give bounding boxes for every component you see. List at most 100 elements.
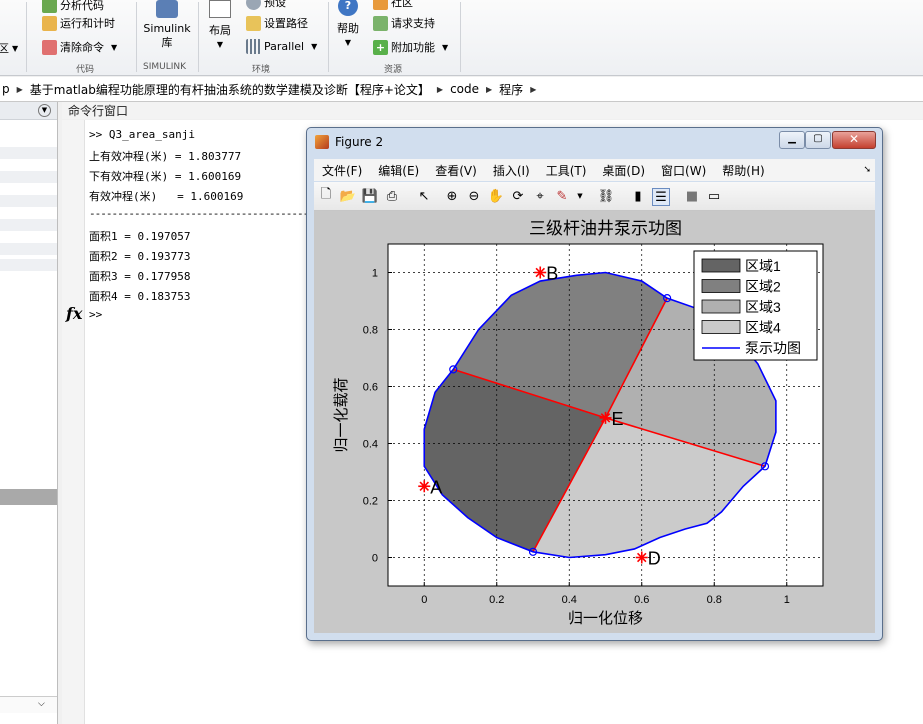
figure-window[interactable]: Figure 2 ▁ ▢ ✕ 文件(F) 编辑(E) 查看(V) 插入(I) 工… <box>306 127 883 641</box>
folder-icon <box>246 15 261 31</box>
close-icon: ✕ <box>848 132 860 146</box>
y-tick-label: 0 <box>372 553 378 565</box>
community-button[interactable]: 社区 <box>373 0 413 10</box>
preferences-button[interactable]: 预设 <box>246 0 286 10</box>
annotation-label-A: A <box>430 477 442 497</box>
y-tick-label: 1 <box>372 268 378 280</box>
save-icon[interactable]: 💾 <box>362 188 378 204</box>
chevron-right-icon: ▶ <box>436 84 444 94</box>
print-icon[interactable]: ⎙ <box>384 188 400 204</box>
analyze-code-button[interactable]: 分析代码 <box>42 0 104 13</box>
matlab-logo-icon <box>315 135 329 149</box>
panel-menu-icon[interactable]: ▼ <box>38 104 51 117</box>
figure-toolbar: 🗋 📂 💾 ⎙ ↖ ⊕ ⊖ ✋ ⟳ ⌖ ✎ ▼ ⛓ ▮ ☰ ■ ▭ <box>314 182 875 211</box>
parallel-icon <box>246 39 261 54</box>
parallel-button[interactable]: Parallel ▼ <box>246 39 317 54</box>
star-marker-D <box>635 551 648 564</box>
legend-icon[interactable]: ☰ <box>652 188 670 206</box>
simulink-library-button[interactable]: Simulink 库 <box>140 0 194 50</box>
maximize-button[interactable]: ▢ <box>805 131 831 149</box>
clear-commands-button[interactable]: 清除命令 ▼ <box>42 39 117 55</box>
colorbar-icon[interactable]: ▮ <box>630 188 646 204</box>
legend-entry: 区域1 <box>745 258 781 274</box>
set-path-button[interactable]: 设置路径 <box>246 15 308 31</box>
zoom-in-icon[interactable]: ⊕ <box>444 188 460 204</box>
dropdown-arrow-icon: ▼ <box>442 42 449 52</box>
eraser-icon <box>42 39 57 55</box>
brush-icon[interactable]: ✎ <box>554 188 570 204</box>
minimize-button[interactable]: ▁ <box>779 131 805 149</box>
chevron-right-icon: ▶ <box>16 84 23 94</box>
command-window-title: 命令行窗口 <box>62 102 923 119</box>
show-tools-icon[interactable]: ▭ <box>706 188 722 204</box>
breadcrumb-3[interactable]: 程序 <box>499 81 523 98</box>
run-and-time-button[interactable]: 运行和计时 <box>42 15 115 31</box>
menu-help[interactable]: 帮助(H) <box>722 162 764 179</box>
menu-view[interactable]: 查看(V) <box>435 162 477 179</box>
output-line: 有效冲程(米) = 1.600169 <box>89 190 244 203</box>
selected-file-row[interactable] <box>0 489 57 505</box>
annotation-label-E: E <box>612 409 624 429</box>
data-cursor-icon[interactable]: ⌖ <box>532 188 548 204</box>
link-plot-icon[interactable]: ⛓ <box>598 188 615 204</box>
annotation-label-B: B <box>546 264 558 284</box>
group-label-simulink: SIMULINK <box>143 62 187 72</box>
menu-desktop[interactable]: 桌面(D) <box>602 162 645 179</box>
command-gutter <box>62 120 85 724</box>
help-button[interactable]: ? 帮助 ▼ <box>333 0 363 50</box>
dock-arrow-icon[interactable]: ➘ <box>863 165 871 175</box>
menu-tools[interactable]: 工具(T) <box>546 162 587 179</box>
current-folder-panel: ▼ ⌵ <box>0 102 58 724</box>
output-line: 面积4 = 0.183753 <box>89 290 191 303</box>
plus-icon: + <box>373 39 388 55</box>
legend-entry: 区域2 <box>745 279 781 295</box>
toolstrip-ribbon: 区 ▼ 分析代码 运行和计时 清除命令 ▼ 代码 Simulink 库 SIMUL… <box>0 0 923 76</box>
legend-entry: 泵示功图 <box>745 340 801 356</box>
details-toggle[interactable]: ⌵ <box>0 696 57 713</box>
menu-file[interactable]: 文件(F) <box>322 162 362 179</box>
legend-swatch-3 <box>701 299 741 314</box>
hide-tools-icon[interactable]: ■ <box>684 188 700 204</box>
x-tick-label: 0.4 <box>562 594 577 606</box>
zoom-out-icon[interactable]: ⊖ <box>466 188 482 204</box>
address-bar[interactable]: p ▶ 基于matlab编程功能原理的有杆抽油系统的数学建模及诊断【程序+论文】… <box>0 77 923 102</box>
chevron-down-icon: ⌵ <box>38 699 45 709</box>
legend-entry: 区域4 <box>745 320 781 336</box>
menu-insert[interactable]: 插入(I) <box>493 162 530 179</box>
plot-svg[interactable]: A B D E 0 0.2 0.4 0.6 0.8 1 0 0.2 0.4 0.6 0.8 1 三级杆油井泵示功… <box>314 211 875 633</box>
layout-button[interactable]: 布局 ▼ <box>203 0 237 52</box>
run-time-icon <box>42 15 57 31</box>
dropdown-arrow-icon: ▼ <box>311 42 318 51</box>
menu-window[interactable]: 窗口(W) <box>661 162 706 179</box>
y-tick-label: 0.2 <box>363 496 378 508</box>
breadcrumb-2[interactable]: code <box>450 82 479 96</box>
group-label-environment: 环境 <box>252 65 271 75</box>
ribbon-cut-item[interactable]: 区 ▼ <box>0 40 18 56</box>
open-file-icon[interactable]: 📂 <box>340 188 356 204</box>
new-figure-icon[interactable]: 🗋 <box>318 187 334 204</box>
close-button[interactable]: ✕ <box>832 131 876 149</box>
chart-title: 三级杆油井泵示功图 <box>529 219 682 238</box>
menu-edit[interactable]: 编辑(E) <box>378 162 419 179</box>
figure-titlebar[interactable]: Figure 2 ▁ ▢ ✕ <box>307 128 882 156</box>
breadcrumb-0[interactable]: p <box>2 82 10 96</box>
command-line: >> Q3_area_sanji <box>89 128 195 141</box>
legend-swatch-1 <box>701 258 741 273</box>
x-tick-label: 1 <box>784 594 790 606</box>
pan-hand-icon[interactable]: ✋ <box>488 188 504 204</box>
breadcrumb-1[interactable]: 基于matlab编程功能原理的有杆抽油系统的数学建模及诊断【程序+论文】 <box>30 81 430 98</box>
fx-icon[interactable]: fx <box>66 304 82 323</box>
edit-plot-arrow-icon[interactable]: ↖ <box>416 188 432 204</box>
legend-entry: 区域3 <box>745 299 781 315</box>
command-prompt[interactable]: >> <box>89 308 102 321</box>
add-ons-button[interactable]: + 附加功能 ▼ <box>373 39 448 55</box>
gear-icon <box>246 0 261 10</box>
y-tick-label: 0.8 <box>363 325 378 337</box>
figure-canvas: A B D E 0 0.2 0.4 0.6 0.8 1 0 0.2 0.4 0.6 0.8 1 三级杆油井泵示功… <box>314 211 875 633</box>
y-tick-label: 0.6 <box>363 382 378 394</box>
request-support-button[interactable]: 请求支持 <box>373 15 435 31</box>
rotate-3d-icon[interactable]: ⟳ <box>510 188 526 204</box>
output-line: 面积1 = 0.197057 <box>89 230 191 243</box>
brush-dropdown-icon[interactable]: ▼ <box>572 188 588 204</box>
output-line: 下有效冲程(米) = 1.600169 <box>89 170 242 183</box>
